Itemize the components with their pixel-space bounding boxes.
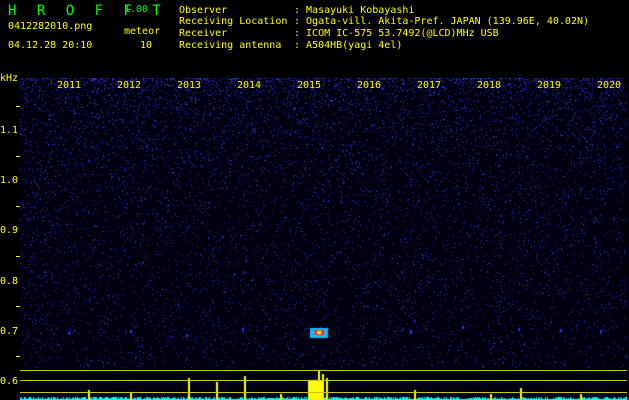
- x-label-2018: 2018: [477, 80, 502, 91]
- location-label: Receiving Location: [179, 16, 288, 27]
- receiver-value: : ICOM IC-575 53.7492(@LCD)MHz USB: [294, 28, 499, 39]
- antenna-value: : A504HB(yagi 4el): [294, 40, 403, 51]
- y-label-1-0: 1.0: [0, 175, 19, 186]
- y-tick: [16, 256, 20, 257]
- location-value: : Ogata-vill. Akita-Pref. JAPAN (139.96E…: [294, 16, 590, 27]
- app-version: 1.00: [124, 4, 149, 15]
- y-label-0-6: 0.6: [0, 376, 19, 387]
- x-label-2011: 2011: [57, 80, 82, 91]
- observer-label: Observer: [179, 5, 228, 16]
- meteor-label: meteor: [124, 26, 161, 37]
- y-label-0-9: 0.9: [0, 225, 19, 236]
- y-tick: [16, 106, 20, 107]
- axis-unit: kHz: [0, 73, 19, 84]
- y-label-1-1: 1.1: [0, 125, 19, 136]
- x-label-2012: 2012: [117, 80, 142, 91]
- y-tick: [16, 156, 20, 157]
- receiver-label: Receiver: [179, 28, 228, 39]
- level-line: [20, 370, 627, 371]
- level-line: [20, 392, 627, 393]
- x-label-2020: 2020: [597, 80, 622, 91]
- x-label-2015: 2015: [297, 80, 322, 91]
- y-label-0-8: 0.8: [0, 276, 19, 287]
- y-tick: [16, 306, 20, 307]
- observer-value: : Masayuki Kobayashi: [294, 5, 415, 16]
- datetime-label: 04.12.28 20:10: [8, 40, 93, 51]
- filename-label: 0412282010.png: [8, 21, 93, 32]
- x-label-2013: 2013: [177, 80, 202, 91]
- meteor-count: 10: [140, 40, 153, 51]
- y-label-0-7: 0.7: [0, 326, 19, 337]
- x-label-2016: 2016: [357, 80, 382, 91]
- hroff-window: H R O F F T 1.00 0412282010.png meteor 0…: [0, 0, 629, 400]
- level-line: [20, 380, 627, 381]
- antenna-label: Receiving antenna: [179, 40, 282, 51]
- spectrogram-area: [20, 78, 627, 400]
- x-label-2019: 2019: [537, 80, 562, 91]
- x-label-2017: 2017: [417, 80, 442, 91]
- y-tick: [16, 356, 20, 357]
- y-tick: [16, 206, 20, 207]
- x-label-2014: 2014: [237, 80, 262, 91]
- spectrogram-canvas: [20, 78, 627, 400]
